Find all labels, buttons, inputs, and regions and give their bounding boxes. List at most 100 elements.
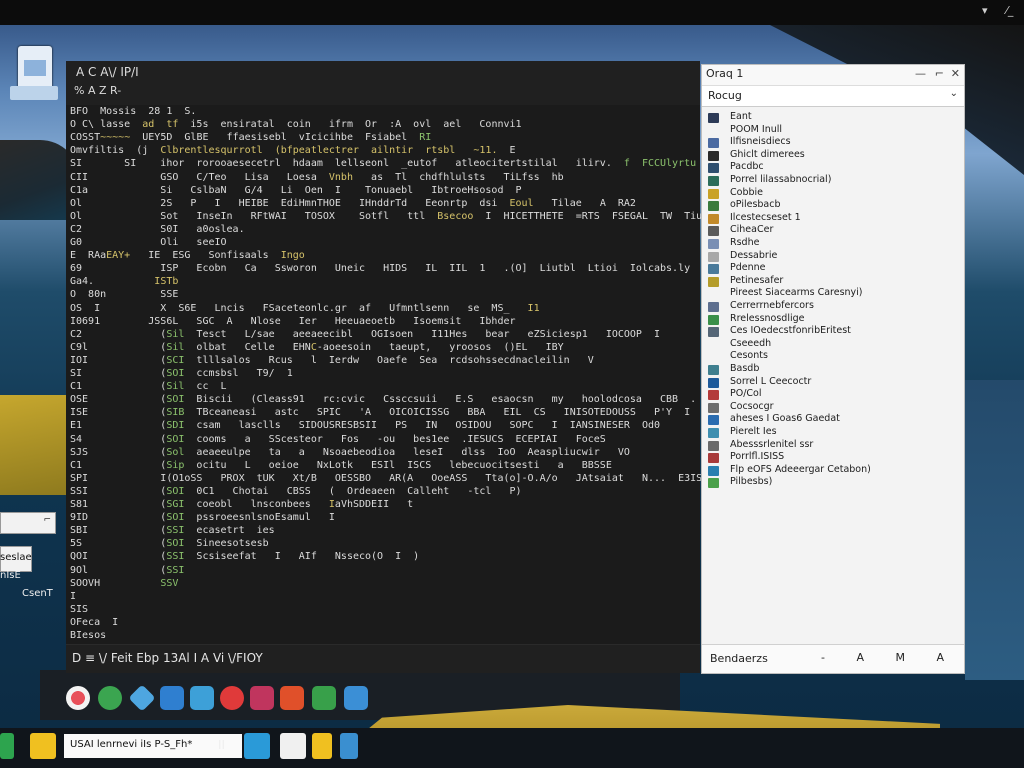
taskbar-app-icon[interactable] bbox=[0, 733, 14, 759]
terminal-text: SOI bbox=[166, 394, 185, 406]
terminal-text: I0691 JSS6L SGC A Nlose Ier Heeuaeoetb I… bbox=[70, 315, 516, 327]
file-list-item[interactable]: Pdenne bbox=[706, 262, 956, 275]
terminal-line: S81 (SGI coeobl lnsconbees IaVhSDDEII t bbox=[70, 498, 413, 511]
file-list-item[interactable]: Sorrel L Ceecoctr bbox=[706, 376, 956, 389]
terminal-text: Bsecoo bbox=[437, 210, 474, 222]
file-list-item[interactable]: Rrelessnosdlige bbox=[706, 313, 956, 326]
terminal-line: S4 (SOI cooms a SScesteor Fos -ou bes1ee… bbox=[70, 433, 606, 446]
file-list-item[interactable]: Ghiclt dimerees bbox=[706, 149, 956, 162]
top-bar: ▾ ⁄_ bbox=[0, 0, 1024, 25]
slash-icon[interactable]: ⁄_ bbox=[1006, 4, 1013, 17]
terminal-text: Tesct L/sae aeeaeecibl OGIsoen I11Hes be… bbox=[184, 328, 661, 340]
file-list-item[interactable]: Pacdbc bbox=[706, 161, 956, 174]
file-list-item[interactable]: CiheaCer bbox=[706, 224, 956, 237]
terminal-text: C1 ( bbox=[70, 381, 167, 393]
file-name: Ces IOedecstfonribEritest bbox=[730, 325, 851, 337]
file-icon bbox=[708, 213, 719, 224]
mini-window-box[interactable]: ⌐ bbox=[0, 512, 56, 534]
app-icon[interactable] bbox=[160, 686, 184, 710]
taskbar-app-icon[interactable] bbox=[244, 733, 270, 759]
terminal-line: E RAaEAY+ IE ESG Sonfisaals Ingo bbox=[70, 249, 305, 262]
file-list-item[interactable]: Porrlfl.ISISS bbox=[706, 451, 956, 464]
file-panel-nav-buttons[interactable]: - A M A bbox=[821, 651, 958, 664]
file-list-item[interactable]: Ilfisneisdiecs bbox=[706, 136, 956, 149]
app-icon[interactable] bbox=[190, 686, 214, 710]
file-list-item[interactable]: POOM Inull bbox=[706, 124, 956, 137]
file-icon bbox=[708, 251, 719, 262]
file-panel[interactable]: Oraq 1 — ⌐ ✕ Rocug ⌄ Eant POOM Inull Ilfis… bbox=[701, 64, 965, 674]
file-list-item[interactable]: Cseeedh bbox=[706, 338, 956, 351]
file-list-item[interactable]: Cocsocgr bbox=[706, 401, 956, 414]
file-list-item[interactable]: Ces IOedecstfonribEritest bbox=[706, 325, 956, 338]
file-list-item[interactable]: Flp eOFS Adeeergar Cetabon) bbox=[706, 464, 956, 477]
file-name: Flp eOFS Adeeergar Cetabon) bbox=[730, 463, 871, 475]
terminal-text: C2 S0I a0oslea. bbox=[70, 223, 245, 235]
taskbar-app-icon[interactable] bbox=[340, 733, 358, 759]
file-name: Cerrerrnebfercors bbox=[730, 300, 814, 311]
location-dropdown[interactable]: Rocug ⌄ bbox=[702, 86, 964, 107]
file-icon bbox=[708, 201, 719, 212]
file-name: Rsdhe bbox=[730, 237, 760, 248]
minimize-icon[interactable]: — bbox=[915, 67, 926, 80]
app-icon[interactable] bbox=[128, 684, 156, 712]
file-name: CiheaCer bbox=[730, 224, 774, 236]
terminal-line: Ol Sot InseIn RFtWAI TOSOX Sotfl ttl Bse… bbox=[70, 210, 768, 223]
terminal-text: ccmsbsl T9/ 1 bbox=[184, 368, 293, 379]
file-name: Rrelessnosdlige bbox=[730, 312, 805, 324]
terminal-text: cc L bbox=[184, 381, 227, 393]
file-list-item[interactable]: Abesssrlenitel ssr bbox=[706, 439, 956, 452]
app-icon[interactable] bbox=[344, 686, 368, 710]
file-list-item[interactable]: Cerrerrnebfercors bbox=[706, 300, 956, 313]
app-icon[interactable] bbox=[312, 686, 336, 710]
location-dropdown-value: Rocug bbox=[708, 89, 742, 102]
desktop-file-icon[interactable] bbox=[8, 46, 60, 104]
terminal-line: ISE (SIB TBceaneasi astc SPIC 'A OICOICI… bbox=[70, 406, 690, 419]
file-list-item[interactable]: oPilesbacb bbox=[706, 199, 956, 212]
app-icon[interactable] bbox=[280, 686, 304, 710]
app-icon[interactable] bbox=[98, 686, 122, 710]
file-name: Ghiclt dimerees bbox=[730, 148, 805, 160]
file-icon bbox=[708, 314, 719, 325]
terminal-line: C2 (Sil Tesct L/sae aeeaeecibl OGIsoen I… bbox=[70, 328, 660, 341]
terminal-menu-row[interactable]: A C A\/ IP/I bbox=[76, 65, 139, 79]
terminal-text: SSI ( bbox=[70, 485, 167, 497]
file-list-item[interactable]: Porrel lilassabnocrial) bbox=[706, 174, 956, 187]
taskbar-app-icon[interactable] bbox=[30, 733, 56, 759]
file-list-item[interactable]: Rsdhe bbox=[706, 237, 956, 250]
file-name: aheses I Goas6 Gaedat bbox=[730, 413, 840, 425]
file-list-item[interactable]: Pierelt Ies bbox=[706, 426, 956, 439]
terminal-window[interactable]: A C A\/ IP/I % A Z R- BFO Mossis 28 1 S.… bbox=[66, 61, 786, 673]
file-list-item[interactable]: Basdb bbox=[706, 363, 956, 376]
file-list-item[interactable]: Eant bbox=[706, 111, 956, 124]
file-list-item[interactable]: Dessabrie bbox=[706, 250, 956, 263]
terminal-line: I bbox=[70, 590, 76, 603]
taskbar-app-icon[interactable] bbox=[312, 733, 332, 759]
file-list-item[interactable]: Ilcestecseset 1 bbox=[706, 212, 956, 225]
file-list-item[interactable]: Petinesafer bbox=[706, 275, 956, 288]
file-list-item[interactable]: Pireest Siacearms Caresnyi) bbox=[706, 287, 956, 300]
file-list-item[interactable]: Cesonts bbox=[706, 350, 956, 363]
maximize-icon[interactable]: ⌐ bbox=[935, 67, 944, 80]
close-icon[interactable]: ✕ bbox=[951, 67, 960, 80]
app-icon[interactable] bbox=[220, 686, 244, 710]
terminal-text: Sip bbox=[166, 459, 185, 471]
close-icon[interactable]: ⌐ bbox=[43, 515, 51, 525]
file-icon bbox=[708, 113, 719, 123]
file-list-item[interactable]: Pilbesbs) bbox=[706, 476, 956, 489]
app-icon[interactable] bbox=[66, 686, 90, 710]
file-list-item[interactable]: Cobbie bbox=[706, 187, 956, 200]
file-list-item[interactable]: PO/Col bbox=[706, 388, 956, 401]
file-name: Ilfisneisdiecs bbox=[730, 136, 791, 148]
taskbar-search-box[interactable]: USAI lenrnevi iIs P-S_Fh* bbox=[64, 734, 242, 758]
terminal-line: SIS bbox=[70, 603, 88, 616]
file-list-item[interactable]: aheses I Goas6 Gaedat bbox=[706, 413, 956, 426]
menu-chevron-icon[interactable]: ▾ bbox=[982, 4, 988, 17]
taskbar-app-icon[interactable] bbox=[280, 733, 306, 759]
terminal-text: ISE ( bbox=[70, 407, 167, 419]
terminal-text: QOI ( bbox=[70, 551, 167, 563]
app-icon[interactable] bbox=[250, 686, 274, 710]
terminal-line: OFeca I bbox=[70, 616, 118, 629]
file-icon-base bbox=[10, 86, 58, 100]
terminal-menu-row[interactable]: % A Z R- bbox=[74, 84, 121, 97]
chevron-down-icon[interactable]: ⌄ bbox=[950, 88, 958, 99]
